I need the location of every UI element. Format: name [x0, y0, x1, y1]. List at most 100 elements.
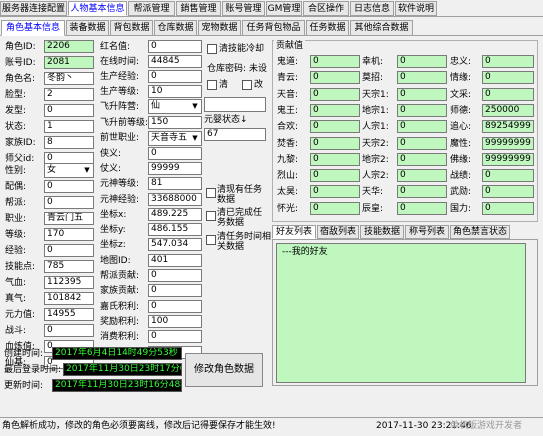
friend-tree-root[interactable]: ---我的好友 — [282, 246, 328, 258]
contribution-field[interactable]: 0 — [310, 120, 360, 134]
menu-server-config[interactable]: 服务器连接配置 — [0, 1, 67, 16]
contribution-field[interactable]: 0 — [397, 136, 447, 150]
contribution-field[interactable]: 0 — [310, 103, 360, 117]
contribution-field[interactable]: 0 — [397, 71, 447, 85]
col1b-field[interactable]: 14955 — [44, 308, 94, 321]
subtab-skills[interactable]: 技能数据 — [360, 225, 404, 239]
change-password-checkbox[interactable] — [242, 80, 252, 90]
contribution-field[interactable]: 0 — [310, 136, 360, 150]
contribution-field[interactable]: 0 — [310, 185, 360, 199]
col1b-field[interactable]: 青云门五 — [44, 212, 94, 225]
col1-field[interactable]: 1 — [44, 120, 94, 133]
contribution-field[interactable]: 0 — [397, 169, 447, 183]
col1b-field[interactable]: 0 — [44, 324, 94, 337]
contribution-field[interactable]: 0 — [310, 55, 360, 68]
contribution-field[interactable]: 0 — [397, 201, 447, 215]
tab-warehouse[interactable]: 仓库数据 — [154, 20, 197, 36]
contribution-field[interactable]: 0 — [397, 55, 447, 68]
menu-sales[interactable]: 銷售管理 — [176, 1, 221, 16]
subtab-titles[interactable]: 称号列表 — [405, 225, 449, 239]
clear-done-task-checkbox[interactable] — [206, 211, 216, 221]
subtab-mute[interactable]: 角色禁言状态 — [450, 225, 510, 239]
contribution-field[interactable]: 0 — [310, 201, 360, 215]
contribution-field[interactable]: 0 — [397, 87, 447, 101]
spouse-field[interactable]: 0 — [44, 180, 94, 193]
col1b-field[interactable]: 785 — [44, 260, 94, 273]
clear-skill-checkbox[interactable] — [207, 44, 217, 54]
col1-field[interactable]: 8 — [44, 136, 94, 149]
contribution-field[interactable]: 0 — [397, 152, 447, 166]
contribution-field[interactable]: 89254999 — [482, 120, 534, 134]
menu-guild[interactable]: 帮派管理 — [128, 1, 175, 16]
col2-field[interactable]: 44845 — [148, 55, 202, 68]
contribution-field[interactable]: 0 — [310, 71, 360, 85]
col1-field[interactable]: 2081 — [44, 56, 94, 69]
menu-merge[interactable]: 合区操作 — [303, 1, 349, 16]
subtab-enemies[interactable]: 宿敌列表 — [317, 225, 359, 239]
menu-logs[interactable]: 日志信息 — [350, 1, 394, 16]
clear-password-checkbox[interactable] — [207, 80, 217, 90]
feisheng-select[interactable]: 仙 ▼ — [148, 99, 202, 114]
contribution-field[interactable]: 0 — [482, 71, 534, 85]
col2b-field[interactable]: 33688000 — [148, 192, 202, 206]
modify-character-button[interactable]: 修改角色数据 — [185, 353, 263, 387]
col2-field[interactable]: 0 — [148, 70, 202, 83]
col2b-field[interactable]: 489.225 — [148, 207, 202, 221]
contribution-field[interactable]: 0 — [482, 55, 534, 68]
col1-field[interactable]: 2 — [44, 88, 94, 101]
clear-time-task-checkbox[interactable] — [206, 235, 216, 245]
friend-tree[interactable] — [276, 243, 526, 383]
contribution-field[interactable]: 0 — [397, 103, 447, 117]
last-login-field[interactable]: 2017年11月30日23时17分6秒 — [63, 363, 182, 376]
contribution-field[interactable]: 99999999 — [482, 152, 534, 166]
col1b-field[interactable]: 112395 — [44, 276, 94, 289]
password-field[interactable] — [204, 97, 266, 112]
tab-basic-info[interactable]: 角色基本信息 — [1, 20, 65, 36]
menu-help[interactable]: 软件说明 — [395, 1, 437, 16]
contribution-field[interactable]: 0 — [482, 169, 534, 183]
col1-field[interactable]: 冬韵丶 — [44, 72, 94, 85]
col2-field[interactable]: 0 — [148, 40, 202, 53]
tab-task-items[interactable]: 任务背包物品 — [242, 20, 305, 36]
col2b-field[interactable]: 0 — [148, 299, 202, 313]
col2b-field[interactable]: 99999 — [148, 161, 202, 175]
col2b-field[interactable]: 81 — [148, 177, 202, 191]
contribution-field[interactable]: 0 — [397, 120, 447, 134]
contribution-field[interactable]: 99999999 — [482, 136, 534, 150]
col2b-field[interactable]: 0 — [148, 330, 202, 344]
tab-task-data[interactable]: 任务数据 — [306, 20, 349, 36]
menu-character-info[interactable]: 人物基本信息 — [68, 1, 127, 16]
col1b-field[interactable]: 101842 — [44, 292, 94, 305]
contribution-field[interactable]: 0 — [482, 185, 534, 199]
col1b-field[interactable]: 0 — [44, 244, 94, 257]
col2b-field[interactable]: 0 — [148, 269, 202, 282]
col1-field[interactable]: 2206 — [44, 40, 94, 53]
col2b-field[interactable]: 547.034 — [148, 238, 202, 252]
col2b-field[interactable]: 401 — [148, 253, 202, 267]
contribution-field[interactable]: 0 — [397, 185, 447, 199]
contribution-field[interactable]: 0 — [482, 201, 534, 215]
col2b-field[interactable]: 0 — [148, 146, 202, 160]
col2-field[interactable]: 10 — [148, 85, 202, 98]
col2b-select[interactable]: 天音寺五 ▼ — [148, 131, 202, 147]
menu-account[interactable]: 账号管理 — [222, 1, 265, 16]
col2b-field[interactable]: 150 — [148, 116, 202, 129]
tab-bag[interactable]: 背包数据 — [110, 20, 153, 36]
sex-select[interactable]: 女 ▼ — [44, 163, 94, 178]
col2b-field[interactable]: 0 — [148, 284, 202, 298]
tab-pets[interactable]: 宠物数据 — [198, 20, 241, 36]
tab-other-data[interactable]: 其他综合数据 — [350, 20, 413, 36]
clear-current-task-checkbox[interactable] — [206, 188, 216, 198]
update-time-field[interactable]: 2017年11月30日23时16分48秒 — [52, 379, 182, 392]
yuanying-field[interactable]: 67 — [204, 128, 266, 141]
col2b-field[interactable]: 486.155 — [148, 223, 202, 237]
contribution-field[interactable]: 0 — [310, 169, 360, 183]
col1b-field[interactable]: 170 — [44, 228, 94, 241]
col2b-field[interactable]: 100 — [148, 314, 202, 328]
menu-gm[interactable]: GM管理 — [266, 1, 302, 16]
contribution-field[interactable]: 250000 — [482, 103, 534, 117]
tab-equipment[interactable]: 装备数据 — [66, 20, 109, 36]
create-time-field[interactable]: 2017年6月4日14时49分53秒 — [52, 347, 182, 360]
contribution-field[interactable]: 0 — [310, 87, 360, 101]
col1b-field[interactable]: 0 — [44, 196, 94, 209]
